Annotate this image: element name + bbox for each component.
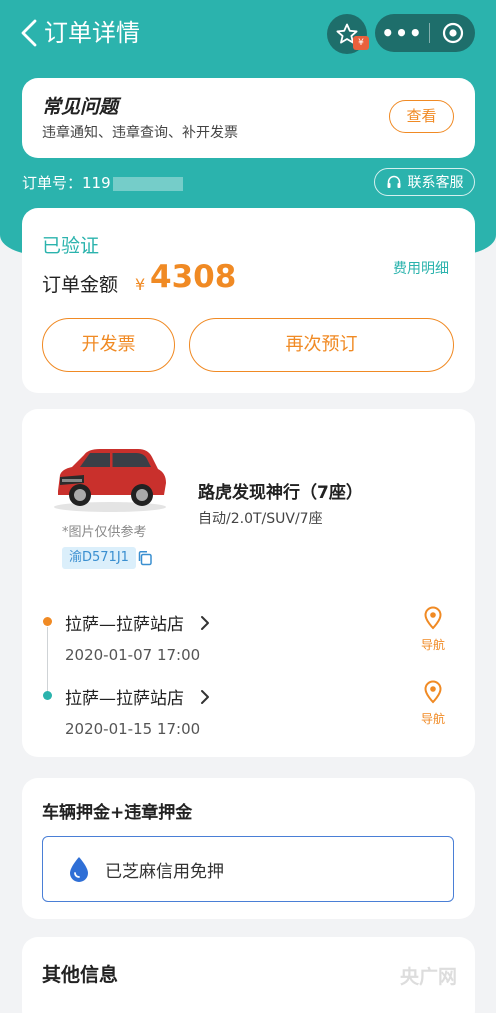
invoice-button[interactable]: 开发票 bbox=[42, 318, 175, 372]
order-status-card: 已验证 订单金额 ¥ 4308 费用明细 开发票 再次预订 bbox=[22, 208, 475, 393]
more-dots-icon[interactable]: ••• bbox=[375, 21, 429, 45]
return-location-label: 拉萨—拉萨站店 bbox=[65, 689, 184, 709]
pickup-navigate-button[interactable]: 导航 bbox=[416, 606, 450, 653]
car-image bbox=[54, 449, 166, 512]
faq-title: 常见问题 bbox=[42, 96, 119, 118]
pickup-navigate-label: 导航 bbox=[420, 638, 445, 652]
miniprogram-capsule: ••• bbox=[375, 14, 475, 52]
return-location[interactable]: 拉萨—拉萨站店 bbox=[65, 684, 211, 709]
rebook-button[interactable]: 再次预订 bbox=[189, 318, 454, 372]
return-navigate-label: 导航 bbox=[420, 712, 445, 726]
pickup-location-label: 拉萨—拉萨站店 bbox=[65, 615, 184, 635]
page-title: 订单详情 bbox=[44, 19, 140, 47]
return-time: 2020-01-15 17:00 bbox=[65, 720, 201, 738]
other-info-title: 其他信息 bbox=[42, 964, 119, 986]
car-name: 路虎发现神行（7座） bbox=[198, 483, 363, 503]
deposit-status-box: 已芝麻信用免押 bbox=[42, 836, 454, 902]
faq-card: 常见问题 违章通知、违章查询、补开发票 查看 bbox=[22, 78, 475, 158]
faq-subtitle: 违章通知、违章查询、补开发票 bbox=[42, 125, 238, 141]
chevron-right-icon bbox=[201, 690, 210, 704]
car-card: *图片仅供参考 渝D571J1 路虎发现神行（7座） 自动/2.0T/SUV/7… bbox=[22, 409, 475, 757]
status-title: 已验证 bbox=[42, 235, 100, 257]
license-plate: 渝D571J1 bbox=[62, 547, 136, 569]
order-number-value: 119 bbox=[82, 174, 111, 192]
location-pin-icon bbox=[424, 680, 442, 704]
order-number-mask bbox=[112, 176, 183, 191]
fee-detail-link[interactable]: 费用明细 bbox=[393, 258, 449, 278]
close-target-button[interactable] bbox=[430, 22, 475, 44]
timeline-line bbox=[47, 627, 48, 693]
headset-icon bbox=[387, 175, 400, 188]
deposit-card: 车辆押金+违章押金 已芝麻信用免押 bbox=[22, 778, 475, 919]
back-chevron-icon[interactable] bbox=[18, 18, 42, 48]
return-navigate-button[interactable]: 导航 bbox=[416, 680, 450, 727]
car-spec: 自动/2.0T/SUV/7座 bbox=[198, 511, 323, 527]
water-drop-icon bbox=[70, 857, 88, 882]
contact-service-button[interactable]: 联系客服 bbox=[374, 168, 475, 196]
favorite-button[interactable]: ¥ bbox=[327, 14, 369, 54]
return-dot bbox=[43, 691, 52, 700]
deposit-title: 车辆押金+违章押金 bbox=[42, 803, 193, 823]
image-reference-note: *图片仅供参考 bbox=[62, 525, 147, 540]
amount-label: 订单金额 bbox=[42, 274, 119, 296]
location-pin-icon bbox=[424, 606, 442, 630]
deposit-status-text: 已芝麻信用免押 bbox=[105, 861, 224, 882]
pickup-dot bbox=[43, 617, 52, 626]
order-number-label: 订单号： bbox=[22, 174, 83, 192]
navigation-bar: 订单详情 ¥ ••• bbox=[0, 0, 496, 66]
watermark: 央广网 bbox=[400, 966, 458, 988]
coupon-badge: ¥ bbox=[353, 36, 369, 50]
pickup-time: 2020-01-07 17:00 bbox=[65, 646, 201, 664]
amount-value: 4308 bbox=[150, 259, 237, 295]
faq-view-button[interactable]: 查看 bbox=[389, 100, 454, 133]
target-icon bbox=[442, 22, 463, 44]
copy-icon[interactable] bbox=[137, 550, 153, 566]
amount-currency: ¥ bbox=[135, 275, 146, 294]
order-number: 订单号：119 bbox=[22, 172, 183, 193]
chevron-right-icon bbox=[201, 616, 210, 630]
contact-service-label: 联系客服 bbox=[407, 175, 464, 191]
pickup-location[interactable]: 拉萨—拉萨站店 bbox=[65, 610, 211, 635]
